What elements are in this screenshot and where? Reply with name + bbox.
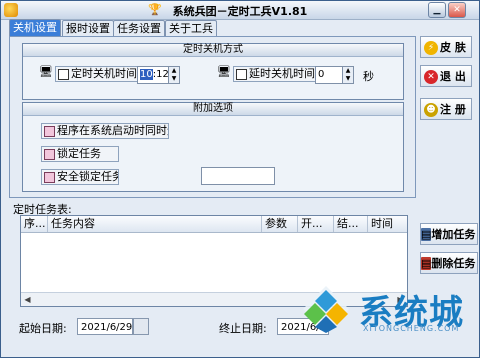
column-start[interactable]: 开... (298, 216, 334, 232)
exit-button-label: 退 出 (440, 70, 466, 83)
secure-lock-checkbox[interactable] (44, 171, 55, 183)
startup-run-checkbox[interactable] (44, 125, 55, 137)
close-button[interactable]: ✕ (448, 2, 466, 18)
start-date-input[interactable]: 2021/6/29 (77, 318, 133, 335)
user-icon: ☻ (424, 103, 438, 117)
timed-shutdown-label: 定时关机时间 (71, 67, 137, 80)
startup-run-label: 程序在系统启动时同时运行 (57, 124, 168, 137)
document-icon: ▤ (421, 228, 432, 241)
tab-chime-settings[interactable]: 报时设置 (62, 20, 114, 36)
startup-run-option[interactable]: 程序在系统启动时同时运行 (41, 123, 169, 139)
secure-lock-label: 安全锁定任务 (57, 170, 119, 183)
column-index[interactable]: 序... (21, 216, 48, 232)
tab-task-settings[interactable]: 任务设置 (113, 20, 165, 36)
extra-options-group: 附加选项 程序在系统启动时同时运行 锁定任务 安全锁定任务 (22, 102, 404, 192)
delete-icon: ▤ (421, 257, 432, 270)
exit-button[interactable]: ✕ 退 出 (420, 65, 472, 87)
delay-shutdown-checkbox[interactable] (236, 68, 247, 80)
shutdown-mode-group: 定时关机方式 🖥 定时关机时间 10:12 ▲ ▼ 🖥 延时关机时间 0 ▲ ▼ 秒 (22, 43, 404, 100)
watermark-logo (303, 286, 349, 333)
exit-icon: ✕ (424, 70, 438, 84)
delay-seconds-spinner[interactable]: ▲ ▼ (342, 66, 354, 84)
column-end[interactable]: 结... (334, 216, 368, 232)
shutdown-time-spinner[interactable]: ▲ ▼ (168, 66, 180, 84)
lightning-icon: ⚡ (424, 41, 438, 55)
shutdown-hour[interactable]: 10 (140, 69, 153, 80)
scroll-left-icon[interactable]: ◀ (21, 293, 34, 306)
seconds-unit-label: 秒 (363, 70, 374, 83)
delete-task-label: 删除任务 (431, 257, 476, 270)
column-params[interactable]: 参数 (262, 216, 298, 232)
title-bar[interactable]: 🏆 系统兵团－定时工兵V1.81 ▁ ✕ (1, 1, 479, 20)
column-time[interactable]: 时间 (368, 216, 407, 232)
settings-panel: 定时关机方式 🖥 定时关机时间 10:12 ▲ ▼ 🖥 延时关机时间 0 ▲ ▼ 秒… (9, 36, 416, 198)
tab-shutdown-settings[interactable]: 关机设置 (9, 19, 61, 36)
secure-lock-option[interactable]: 安全锁定任务 (41, 169, 119, 185)
timed-shutdown-checkbox[interactable] (58, 68, 69, 80)
window-title: 系统兵团－定时工兵V1.81 (172, 5, 308, 18)
skin-button-label: 皮 肤 (440, 41, 466, 54)
delay-shutdown-option[interactable]: 延时关机时间 (233, 66, 317, 82)
shutdown-time-input[interactable]: 10:12 (137, 66, 169, 84)
lock-task-checkbox[interactable] (44, 148, 55, 160)
add-task-button[interactable]: ▤增加任务 (420, 223, 478, 245)
register-button-label: 注 册 (440, 103, 466, 116)
register-button[interactable]: ☻ 注 册 (420, 98, 472, 120)
lock-task-option[interactable]: 锁定任务 (41, 146, 119, 162)
shutdown-mode-title: 定时关机方式 (23, 44, 403, 57)
watermark-url: XITONGCHENG.COM (363, 324, 460, 333)
end-date-label: 终止日期: (219, 322, 267, 335)
shutdown-minute[interactable]: 12 (156, 69, 169, 80)
task-list-header: 序... 任务内容 参数 开... 结... 时间 (21, 216, 407, 233)
start-date-dropdown[interactable] (133, 318, 149, 335)
delete-task-button[interactable]: ▤删除任务 (420, 252, 478, 274)
computer-icon: 🖥 (39, 65, 53, 78)
skin-button[interactable]: ⚡ 皮 肤 (420, 36, 472, 58)
minimize-button[interactable]: ▁ (428, 2, 446, 18)
lock-password-input[interactable] (201, 167, 275, 185)
column-task-content[interactable]: 任务内容 (48, 216, 262, 232)
start-date-label: 起始日期: (19, 322, 67, 335)
add-task-label: 增加任务 (431, 228, 476, 241)
computer-icon: 🖥 (217, 65, 231, 78)
lock-task-label: 锁定任务 (57, 147, 101, 160)
app-window: 🏆 系统兵团－定时工兵V1.81 ▁ ✕ 关机设置 报时设置 任务设置 关于工兵… (0, 0, 480, 358)
timed-shutdown-option[interactable]: 定时关机时间 (55, 66, 139, 82)
delay-seconds-input[interactable]: 0 (315, 66, 343, 84)
extra-options-title: 附加选项 (23, 103, 403, 116)
tab-about[interactable]: 关于工兵 (165, 20, 217, 36)
delay-shutdown-label: 延时关机时间 (249, 67, 315, 80)
